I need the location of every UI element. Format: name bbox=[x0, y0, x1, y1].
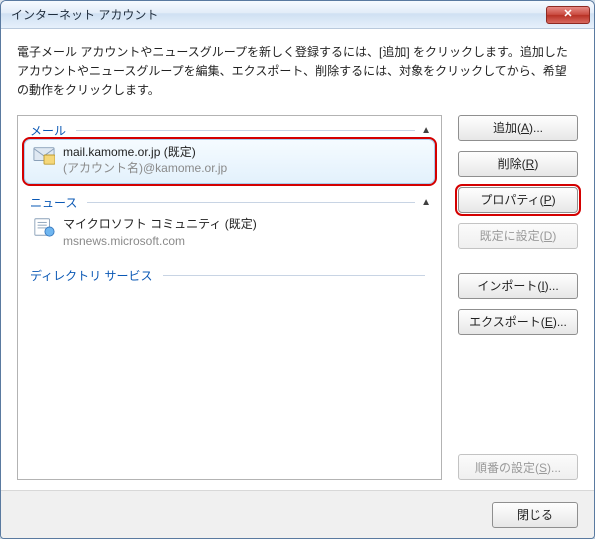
group-directory-label: ディレクトリ サービス bbox=[24, 267, 157, 284]
group-news-header[interactable]: ニュース ▲ bbox=[24, 194, 435, 211]
button-label: 閉じる bbox=[517, 506, 553, 523]
set-order-button: 順番の設定(S)... bbox=[458, 454, 578, 480]
chevron-up-icon: ▲ bbox=[421, 125, 435, 136]
group-divider bbox=[76, 130, 415, 131]
entry-secondary: (アカウント名)@kamome.or.jp bbox=[63, 160, 227, 177]
close-icon: ✕ bbox=[563, 9, 572, 20]
group-divider bbox=[163, 275, 426, 276]
chevron-up-icon: ▲ bbox=[421, 197, 435, 208]
button-label: 既定に設定(D) bbox=[480, 227, 557, 244]
button-label: プロパティ(P) bbox=[480, 191, 555, 208]
group-divider bbox=[87, 202, 415, 203]
export-button[interactable]: エクスポート(E)... bbox=[458, 309, 578, 335]
mail-account-icon bbox=[33, 144, 55, 166]
group-directory-header[interactable]: ディレクトリ サービス bbox=[24, 267, 435, 284]
entry-primary: マイクロソフト コミュニティ (既定) bbox=[63, 216, 257, 233]
titlebar: インターネット アカウント ✕ bbox=[1, 1, 594, 29]
entry-secondary: msnews.microsoft.com bbox=[63, 233, 257, 250]
button-label: 追加(A)... bbox=[493, 119, 543, 136]
news-account-icon bbox=[33, 216, 55, 238]
description-text: 電子メール アカウントやニュースグループを新しく登録するには、[追加] をクリッ… bbox=[17, 43, 578, 101]
spacer bbox=[458, 259, 578, 263]
button-label: 順番の設定(S)... bbox=[475, 459, 561, 476]
entry-text: マイクロソフト コミュニティ (既定) msnews.microsoft.com bbox=[63, 216, 257, 250]
close-window-button[interactable]: ✕ bbox=[546, 6, 590, 24]
main-row: メール ▲ mail.kamome. bbox=[17, 115, 578, 480]
properties-button[interactable]: プロパティ(P) bbox=[458, 187, 578, 213]
group-mail: メール ▲ mail.kamome. bbox=[24, 122, 435, 185]
set-default-button: 既定に設定(D) bbox=[458, 223, 578, 249]
remove-button[interactable]: 削除(R) bbox=[458, 151, 578, 177]
close-button[interactable]: 閉じる bbox=[492, 502, 578, 528]
group-directory: ディレクトリ サービス bbox=[24, 267, 435, 284]
content-area: 電子メール アカウントやニュースグループを新しく登録するには、[追加] をクリッ… bbox=[1, 29, 594, 490]
flex-spacer bbox=[458, 345, 578, 444]
mail-account-entry[interactable]: mail.kamome.or.jp (既定) (アカウント名)@kamome.o… bbox=[24, 139, 435, 185]
entry-primary: mail.kamome.or.jp (既定) bbox=[63, 144, 227, 161]
group-mail-header[interactable]: メール ▲ bbox=[24, 122, 435, 139]
side-button-column: 追加(A)... 削除(R) プロパティ(P) 既定に設定(D) インポート(I… bbox=[458, 115, 578, 480]
internet-accounts-window: インターネット アカウント ✕ 電子メール アカウントやニュースグループを新しく… bbox=[0, 0, 595, 539]
button-label: エクスポート(E)... bbox=[469, 313, 567, 330]
account-list-panel[interactable]: メール ▲ mail.kamome. bbox=[17, 115, 442, 480]
button-label: インポート(I)... bbox=[477, 277, 558, 294]
group-news: ニュース ▲ bbox=[24, 194, 435, 257]
entry-text: mail.kamome.or.jp (既定) (アカウント名)@kamome.o… bbox=[63, 144, 227, 178]
add-button[interactable]: 追加(A)... bbox=[458, 115, 578, 141]
group-mail-label: メール bbox=[24, 122, 70, 139]
news-account-entry[interactable]: マイクロソフト コミュニティ (既定) msnews.microsoft.com bbox=[24, 211, 435, 257]
import-button[interactable]: インポート(I)... bbox=[458, 273, 578, 299]
dialog-footer: 閉じる bbox=[1, 490, 594, 538]
group-news-label: ニュース bbox=[24, 194, 81, 211]
window-title: インターネット アカウント bbox=[11, 6, 546, 23]
button-label: 削除(R) bbox=[498, 155, 539, 172]
